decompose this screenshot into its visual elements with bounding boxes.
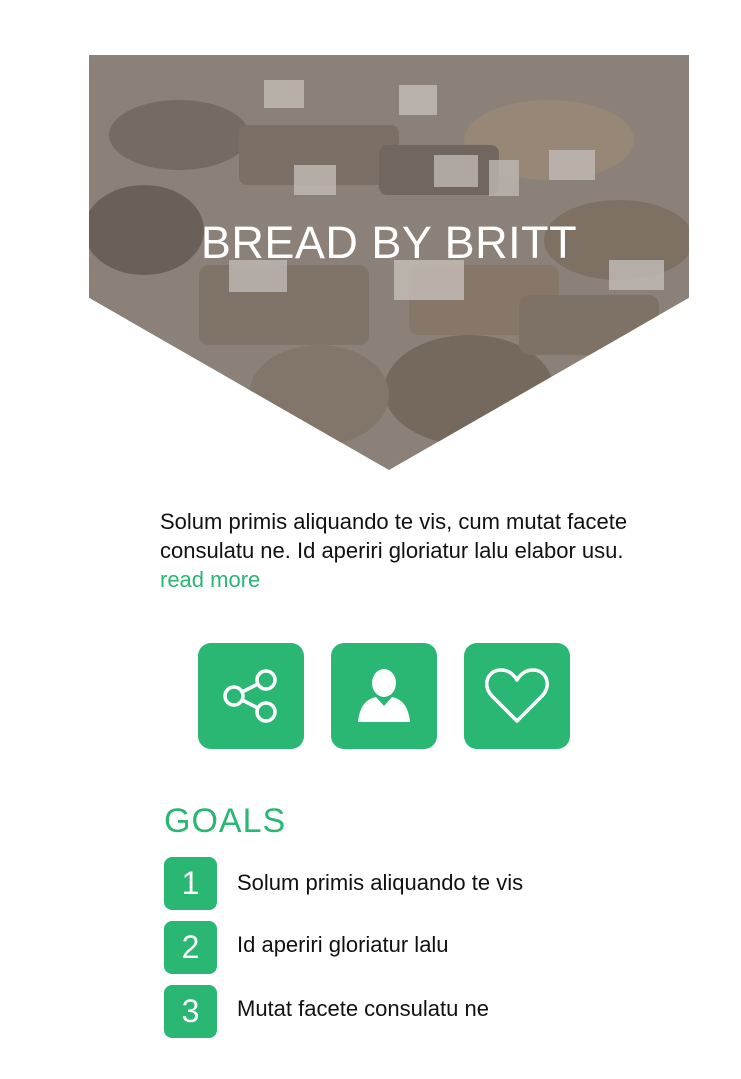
goal-text: Mutat facete consulatu ne bbox=[237, 996, 489, 1021]
goal-number-badge: 1 bbox=[164, 857, 217, 910]
goals-heading: GOALS bbox=[164, 802, 287, 840]
share-button[interactable] bbox=[198, 643, 304, 749]
heart-icon bbox=[485, 668, 549, 723]
hero-banner: BREAD BY BRITT bbox=[89, 55, 689, 470]
read-more-link[interactable]: read more bbox=[160, 567, 260, 592]
goal-number-badge: 2 bbox=[164, 921, 217, 974]
goal-number-badge: 3 bbox=[164, 985, 217, 1038]
intro-text: Solum primis aliquando te vis, cum mutat… bbox=[160, 509, 628, 563]
profile-button[interactable] bbox=[331, 643, 437, 749]
share-icon bbox=[223, 669, 277, 723]
intro-paragraph: Solum primis aliquando te vis, cum mutat… bbox=[160, 507, 640, 594]
goal-text: Solum primis aliquando te vis bbox=[237, 870, 524, 895]
goal-text: Id aperiri gloriatur lalu bbox=[237, 932, 449, 957]
favorite-button[interactable] bbox=[464, 643, 570, 749]
hero-title: BREAD BY BRITT bbox=[200, 217, 578, 268]
user-icon bbox=[358, 669, 410, 722]
